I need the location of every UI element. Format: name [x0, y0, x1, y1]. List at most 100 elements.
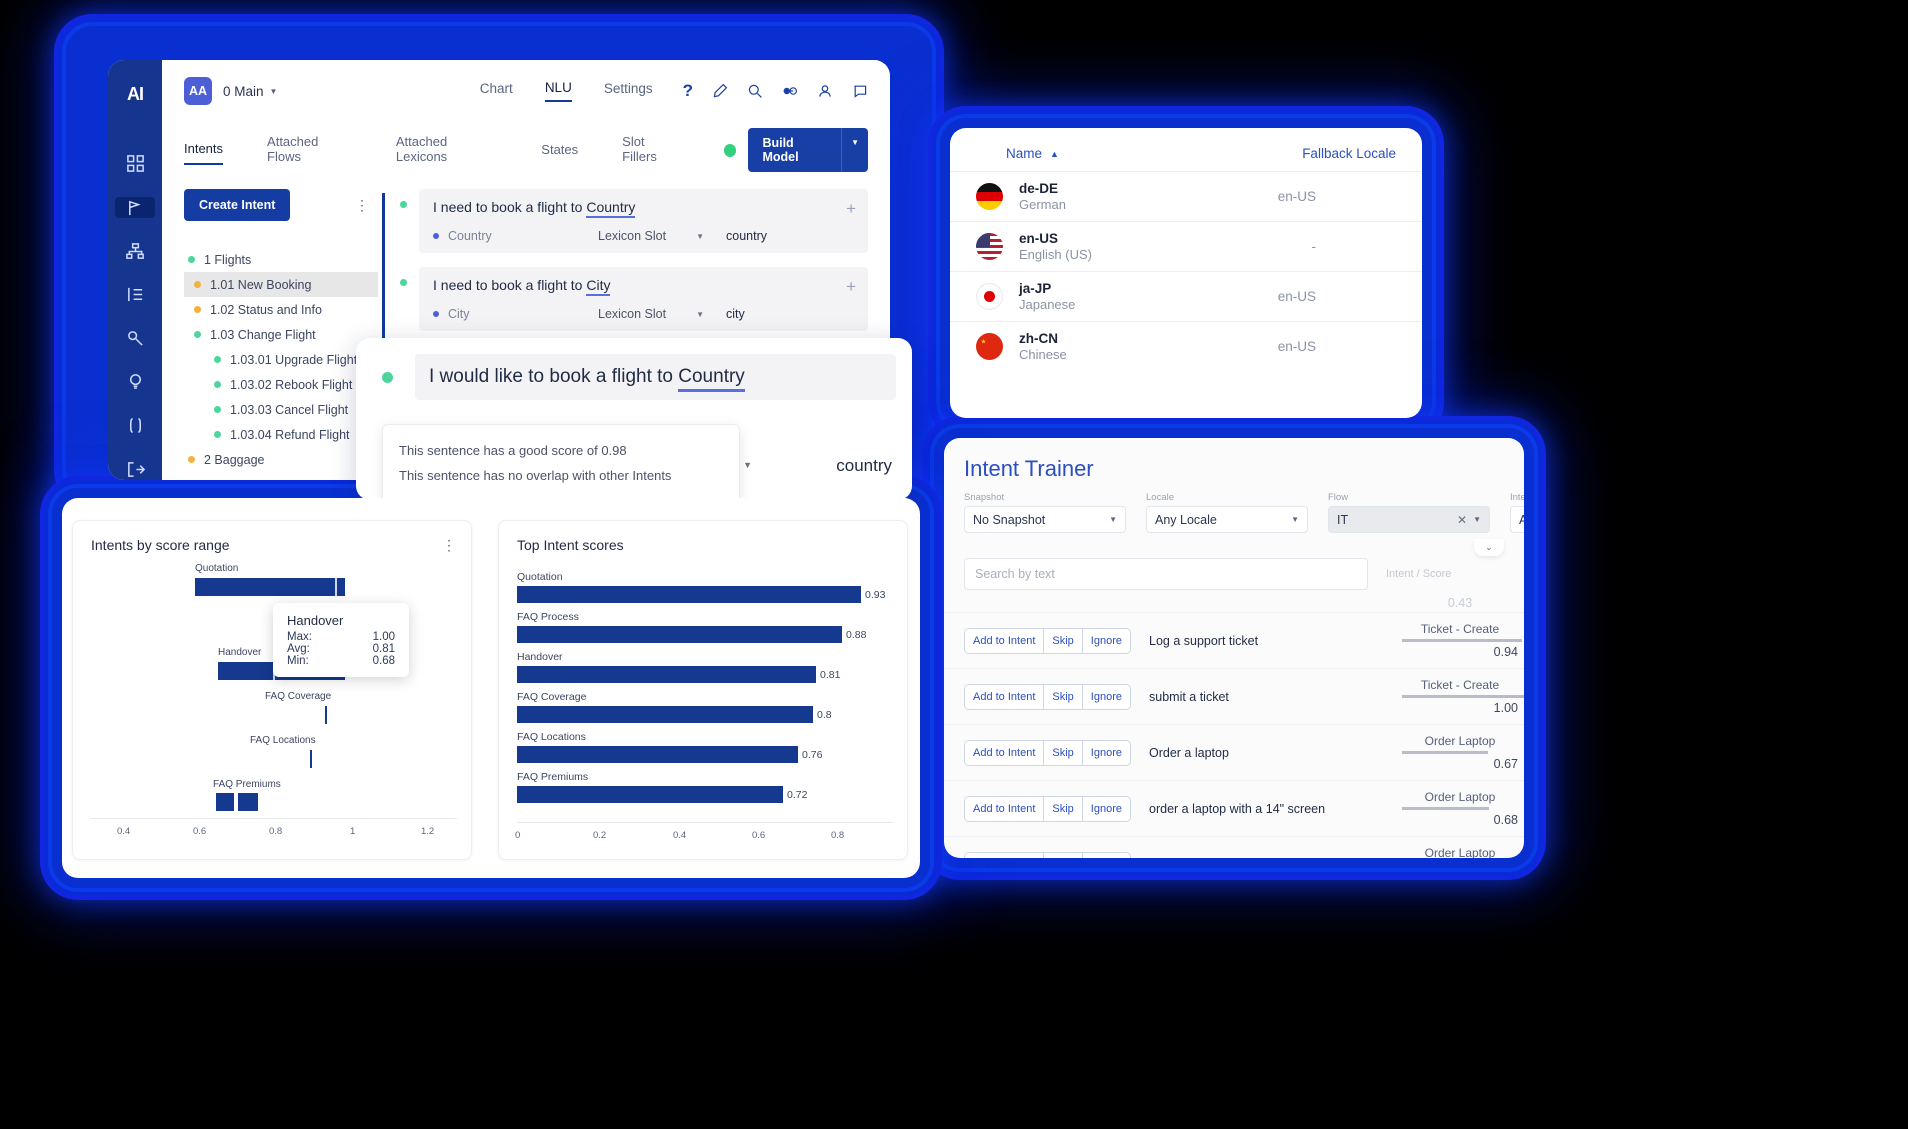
chevron-down-icon[interactable]: ▼	[1473, 515, 1481, 524]
tab-nlu[interactable]: NLU	[544, 80, 572, 102]
tab-attached-flows[interactable]: Attached Flows	[267, 134, 352, 171]
column-fallback-locale[interactable]: Fallback Locale	[1302, 146, 1396, 161]
range-label: Quotation	[195, 563, 239, 574]
snapshot-select[interactable]: No Snapshot ▼	[964, 506, 1126, 533]
table-row: Add to Intent Skip Ignore submit a ticke…	[944, 668, 1524, 724]
tree-item[interactable]: 1.03.03 Cancel Flight	[184, 397, 378, 422]
ignore-button[interactable]: Ignore	[1082, 628, 1130, 653]
tree-item[interactable]: 1.03.04 Refund Flight	[184, 422, 378, 447]
chevron-down-icon[interactable]: ▼	[1291, 515, 1299, 524]
tree-item[interactable]: 2 Baggage	[184, 447, 378, 472]
search-icon[interactable]	[747, 83, 763, 99]
comment-icon[interactable]	[852, 83, 868, 99]
chevron-down-icon[interactable]: ▼	[270, 87, 278, 96]
locale-row[interactable]: zh-CN Chinese en-US	[950, 321, 1422, 371]
braces-icon[interactable]	[115, 415, 155, 437]
add-utterance-icon[interactable]: +	[846, 277, 856, 297]
search-input[interactable]: Search by text	[964, 558, 1368, 590]
skip-button[interactable]: Skip	[1044, 796, 1083, 821]
skip-button[interactable]: Skip	[1044, 628, 1083, 653]
slot-type-select[interactable]: Lexicon Slot ▼	[598, 307, 704, 321]
slot-type-select[interactable]: Lexicon Slot ▼	[598, 229, 704, 243]
chart-kebab-icon[interactable]: ⋮	[442, 537, 457, 554]
chevron-down-icon[interactable]: ▼	[696, 310, 704, 319]
build-model-button[interactable]: Build Model	[748, 128, 842, 172]
score-bar	[1402, 751, 1488, 754]
add-to-intent-button[interactable]: Add to Intent	[965, 852, 1045, 858]
tab-states[interactable]: States	[541, 142, 578, 164]
tab-intents[interactable]: Intents	[184, 141, 224, 165]
utterance-entity[interactable]: Country	[586, 199, 636, 218]
link-icon[interactable]	[782, 83, 798, 99]
bar-track: 0.76	[517, 746, 893, 763]
avatar[interactable]: AA	[184, 77, 212, 105]
chevron-down-icon[interactable]: ▼	[743, 460, 752, 470]
utterance-text: I need to book a flight to City	[433, 277, 854, 296]
tab-chart[interactable]: Chart	[480, 81, 513, 101]
locale-row[interactable]: de-DE German en-US	[950, 171, 1422, 221]
chevron-down-icon[interactable]: ▼	[1109, 515, 1117, 524]
locale-select[interactable]: Any Locale ▼	[1146, 506, 1308, 533]
ignore-button[interactable]: Ignore	[1082, 740, 1130, 765]
add-to-intent-button[interactable]: Add to Intent	[965, 796, 1045, 821]
intent-tree: 1 Flights 1.01 New Booking 1.02 Status a…	[184, 247, 378, 472]
ignore-button[interactable]: Ignore	[1082, 796, 1130, 821]
plug-icon[interactable]	[115, 328, 155, 350]
locale-row[interactable]: en-US English (US) -	[950, 221, 1422, 271]
slot-type-label: Lexicon Slot	[598, 229, 667, 243]
locale-language: Japanese	[1019, 297, 1076, 312]
row-score: Ticket - Create 0.94	[1396, 622, 1524, 659]
tree-item[interactable]: 1.03 Change Flight	[184, 322, 378, 347]
chevron-down-icon[interactable]: ▼	[696, 232, 704, 241]
skip-button[interactable]: Skip	[1044, 852, 1083, 858]
build-model-dropdown-icon[interactable]: ▼	[841, 128, 868, 172]
sentence-score-card: I would like to book a flight to Country…	[356, 338, 912, 504]
tree-item[interactable]: 1.01 New Booking	[184, 272, 378, 297]
tree-item[interactable]: 1.03.02 Rebook Flight	[184, 372, 378, 397]
utterance-card[interactable]: I need to book a flight to Country + Cou…	[419, 189, 868, 253]
collapse-filters-icon[interactable]: ⌄	[1474, 539, 1504, 556]
help-icon[interactable]: ?	[683, 81, 693, 101]
add-to-intent-button[interactable]: Add to Intent	[965, 684, 1045, 709]
row-score-value: 1.00	[1493, 701, 1518, 715]
add-utterance-icon[interactable]: +	[846, 199, 856, 219]
flow-select[interactable]: IT ✕ ▼	[1328, 506, 1490, 533]
sentence-card[interactable]: I would like to book a flight to Country	[415, 354, 896, 400]
flag-icon[interactable]	[115, 196, 155, 219]
sort-asc-icon[interactable]: ▲	[1050, 149, 1059, 159]
skip-button[interactable]: Skip	[1044, 740, 1083, 765]
add-to-intent-button[interactable]: Add to Intent	[965, 628, 1045, 653]
x-tick-label: 1	[350, 826, 356, 837]
intent-list-kebab-icon[interactable]: ⋮	[355, 197, 378, 214]
sentence-entity[interactable]: Country	[678, 366, 745, 392]
skip-button[interactable]: Skip	[1044, 684, 1083, 709]
locale-fallback: en-US	[1277, 189, 1316, 204]
project-name[interactable]: 0 Main	[223, 84, 264, 99]
tree-item[interactable]: 1.02 Status and Info	[184, 297, 378, 322]
list-icon[interactable]	[115, 284, 155, 306]
ignore-button[interactable]: Ignore	[1082, 852, 1130, 858]
sitemap-icon[interactable]	[115, 240, 155, 262]
logout-icon[interactable]	[115, 458, 155, 480]
add-to-intent-button[interactable]: Add to Intent	[965, 740, 1045, 765]
intent-select[interactable]: Any Intent	[1510, 506, 1524, 533]
tab-attached-lexicons[interactable]: Attached Lexicons	[396, 134, 497, 171]
tab-settings[interactable]: Settings	[604, 81, 653, 101]
user-icon[interactable]	[817, 83, 833, 99]
locale-text: ja-JP Japanese	[1019, 281, 1075, 312]
utterance-entity[interactable]: City	[586, 277, 611, 296]
clear-icon[interactable]: ✕	[1457, 513, 1467, 527]
tree-item[interactable]: 1 Flights	[184, 247, 378, 272]
pen-icon[interactable]	[712, 83, 728, 99]
grid-icon[interactable]	[115, 153, 155, 175]
row-intent-name: Order Laptop	[1424, 790, 1496, 804]
locale-row[interactable]: ja-JP Japanese en-US	[950, 271, 1422, 321]
tab-slot-fillers[interactable]: Slot Fillers	[622, 134, 680, 171]
bulb-icon[interactable]	[115, 371, 155, 393]
tree-item[interactable]: 1.03.01 Upgrade Flight	[184, 347, 378, 372]
bar-value: 0.81	[820, 668, 841, 681]
create-intent-button[interactable]: Create Intent	[184, 189, 291, 221]
ignore-button[interactable]: Ignore	[1082, 684, 1130, 709]
utterance-card[interactable]: I need to book a flight to City + City L…	[419, 267, 868, 331]
column-name[interactable]: Name	[1006, 146, 1042, 161]
